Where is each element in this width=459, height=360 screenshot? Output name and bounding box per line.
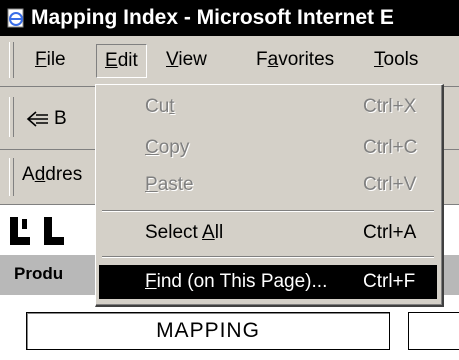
menu-separator [102, 256, 434, 258]
menu-item-find-label: Find (on This Page)... [145, 271, 327, 293]
menu-file[interactable]: File [27, 44, 74, 76]
menu-item-select-all[interactable]: Select All Ctrl+A [99, 216, 437, 250]
edit-menu-dropdown: Cut Ctrl+X Copy Ctrl+C Paste Ctrl+V Sele… [95, 84, 444, 307]
menu-favorites-pre: F [256, 49, 268, 70]
menu-item-paste-shortcut: Ctrl+V [363, 174, 417, 195]
menu-view-mnemonic: V [166, 49, 179, 70]
menu-file-label: ile [46, 49, 66, 70]
menu-item-copy[interactable]: Copy Ctrl+C [99, 131, 437, 165]
title-bar: Mapping Index - Microsoft Internet E [0, 0, 459, 36]
address-label-mnemonic: d [34, 164, 46, 185]
next-tab-button[interactable] [408, 312, 459, 350]
select-all-label-mnemonic: A [202, 222, 215, 243]
menu-edit-mnemonic: E [105, 50, 118, 71]
select-all-label-pre: Select [145, 222, 203, 243]
menu-item-cut-label: Cut [145, 96, 175, 118]
select-all-label-post: ll [214, 222, 224, 243]
address-label-pre: A [22, 164, 35, 185]
address-grip[interactable] [9, 158, 14, 196]
menu-item-select-all-label: Select All [145, 222, 223, 244]
menu-favorites-mnemonic: a [267, 49, 279, 70]
tab-row: MAPPING [0, 300, 459, 360]
menu-tools[interactable]: Tools [366, 44, 426, 76]
paste-label-mnemonic: P [145, 174, 158, 195]
menu-file-mnemonic: F [35, 49, 47, 70]
menu-tools-label: ools [383, 49, 419, 70]
menubar-grip[interactable] [9, 42, 14, 78]
address-label-rest: dres [45, 164, 83, 185]
menu-item-paste[interactable]: Paste Ctrl+V [99, 168, 437, 202]
menu-item-copy-shortcut: Ctrl+C [363, 137, 418, 158]
mapping-button[interactable]: MAPPING [26, 312, 390, 350]
menu-edit-label: dit [117, 50, 138, 71]
menu-item-paste-label: Paste [145, 174, 194, 196]
cut-label-mnemonic: t [169, 96, 175, 117]
menu-favorites[interactable]: Favorites [248, 44, 342, 76]
window-title: Mapping Index - Microsoft Internet E [31, 6, 394, 29]
menu-item-cut-shortcut: Ctrl+X [363, 96, 417, 117]
products-nav-link[interactable]: Produ [14, 264, 63, 284]
copy-label-mnemonic: C [145, 137, 159, 158]
menu-item-find-shortcut: Ctrl+F [363, 271, 416, 292]
copy-label-post: opy [158, 137, 190, 158]
address-label: Addres [22, 164, 82, 186]
menu-bar: File Edit View Favorites Tools [0, 36, 459, 87]
back-button[interactable]: B [22, 105, 102, 135]
toolbar-grip[interactable] [9, 97, 14, 137]
menu-item-copy-label: Copy [145, 137, 189, 159]
back-arrow-icon [26, 111, 48, 127]
site-logo-icon [10, 217, 64, 245]
menu-item-select-all-shortcut: Ctrl+A [363, 222, 417, 243]
cut-label-pre: Cu [145, 96, 170, 117]
menu-tools-mnemonic: T [374, 49, 384, 70]
ie-page-icon [7, 8, 24, 28]
menu-item-find[interactable]: Find (on This Page)... Ctrl+F [99, 265, 437, 299]
find-label-post: ind (on This Page)... [156, 271, 328, 292]
menu-view-label: iew [178, 49, 207, 70]
menu-edit[interactable]: Edit [96, 44, 147, 78]
find-label-mnemonic: F [145, 271, 157, 292]
menu-favorites-label: vorites [278, 49, 335, 70]
menu-separator [102, 210, 434, 212]
back-button-label: B [54, 108, 67, 129]
paste-label-post: aste [157, 174, 194, 195]
menu-view[interactable]: View [158, 44, 215, 76]
menu-item-cut[interactable]: Cut Ctrl+X [99, 90, 437, 124]
